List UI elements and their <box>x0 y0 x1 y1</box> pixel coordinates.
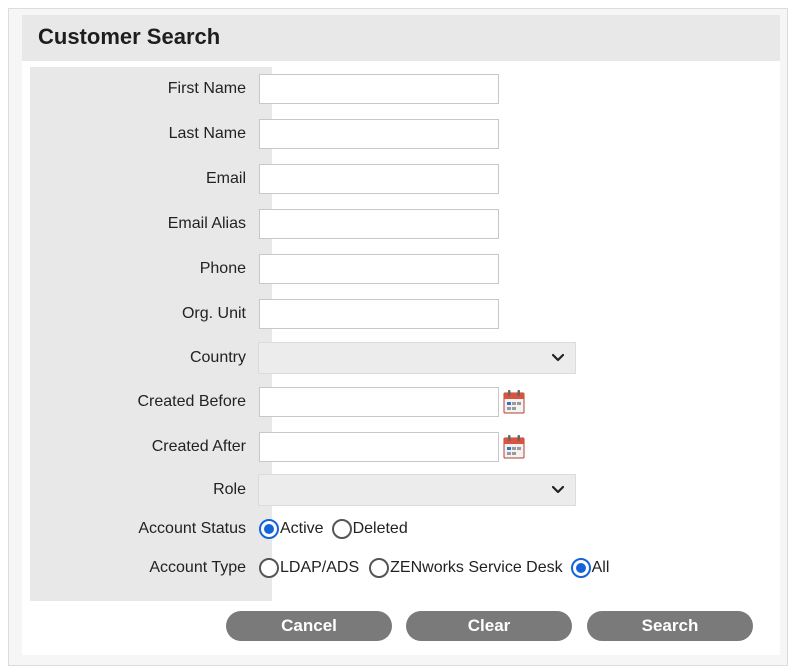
account-status-row: Account Status Active Deleted <box>22 512 780 546</box>
radio-button-deleted[interactable] <box>331 519 352 539</box>
radio-label-all: All <box>591 559 610 576</box>
account-status-label: Account Status <box>138 520 246 537</box>
role-row: Role <box>22 473 780 507</box>
radio-label-ldap: LDAP/ADS <box>280 559 360 576</box>
country-row: Country <box>22 341 780 375</box>
customer-search-panel: Customer Search First Name Last Name Ema… <box>22 15 780 655</box>
account-type-option-all[interactable]: All <box>570 558 610 578</box>
account-type-option-zenworks[interactable]: ZENworks Service Desk <box>369 558 563 578</box>
search-button[interactable]: Search <box>587 611 753 641</box>
account-type-row: Account Type LDAP/ADS ZENworks Service D… <box>22 551 780 585</box>
account-status-option-active[interactable]: Active <box>259 519 324 539</box>
radio-label-active: Active <box>280 520 324 537</box>
created-before-label: Created Before <box>137 393 246 410</box>
phone-row: Phone <box>22 252 780 286</box>
country-label: Country <box>189 349 246 366</box>
email-label: Email <box>205 170 246 187</box>
first-name-row: First Name <box>22 72 780 106</box>
calendar-icon[interactable] <box>502 434 526 460</box>
radio-button-all[interactable] <box>570 558 591 578</box>
radio-button-ldap[interactable] <box>259 558 279 578</box>
first-name-input[interactable] <box>259 74 499 104</box>
cancel-button[interactable]: Cancel <box>226 611 392 641</box>
created-before-row: Created Before <box>22 385 780 419</box>
first-name-label: First Name <box>167 80 246 97</box>
account-status-radio-group: Active Deleted <box>259 512 412 546</box>
country-select[interactable] <box>258 342 576 374</box>
org-unit-row: Org. Unit <box>22 297 780 331</box>
radio-label-deleted: Deleted <box>352 520 408 537</box>
last-name-input[interactable] <box>259 119 499 149</box>
calendar-icon[interactable] <box>502 389 526 415</box>
chevron-down-icon <box>551 485 565 494</box>
created-after-input[interactable] <box>259 432 499 462</box>
last-name-label: Last Name <box>168 125 246 142</box>
radio-button-active[interactable] <box>259 519 279 539</box>
panel-header: Customer Search <box>22 15 780 61</box>
phone-label: Phone <box>199 260 246 277</box>
radio-button-zenworks[interactable] <box>369 558 390 578</box>
account-type-label: Account Type <box>149 559 246 576</box>
email-alias-label: Email Alias <box>167 215 246 232</box>
radio-label-zenworks: ZENworks Service Desk <box>390 559 563 576</box>
created-before-input[interactable] <box>259 387 499 417</box>
org-unit-label: Org. Unit <box>181 305 246 322</box>
email-alias-row: Email Alias <box>22 207 780 241</box>
email-input[interactable] <box>259 164 499 194</box>
email-alias-input[interactable] <box>259 209 499 239</box>
account-type-option-ldap[interactable]: LDAP/ADS <box>259 558 359 578</box>
created-after-row: Created After <box>22 430 780 464</box>
email-row: Email <box>22 162 780 196</box>
org-unit-input[interactable] <box>259 299 499 329</box>
role-label: Role <box>213 481 246 498</box>
phone-input[interactable] <box>259 254 499 284</box>
account-status-option-deleted[interactable]: Deleted <box>331 519 408 539</box>
clear-button[interactable]: Clear <box>406 611 572 641</box>
panel-title: Customer Search <box>38 24 221 49</box>
chevron-down-icon <box>551 353 565 362</box>
role-select[interactable] <box>258 474 576 506</box>
last-name-row: Last Name <box>22 117 780 151</box>
created-after-label: Created After <box>151 438 246 455</box>
account-type-radio-group: LDAP/ADS ZENworks Service Desk All <box>259 551 613 585</box>
